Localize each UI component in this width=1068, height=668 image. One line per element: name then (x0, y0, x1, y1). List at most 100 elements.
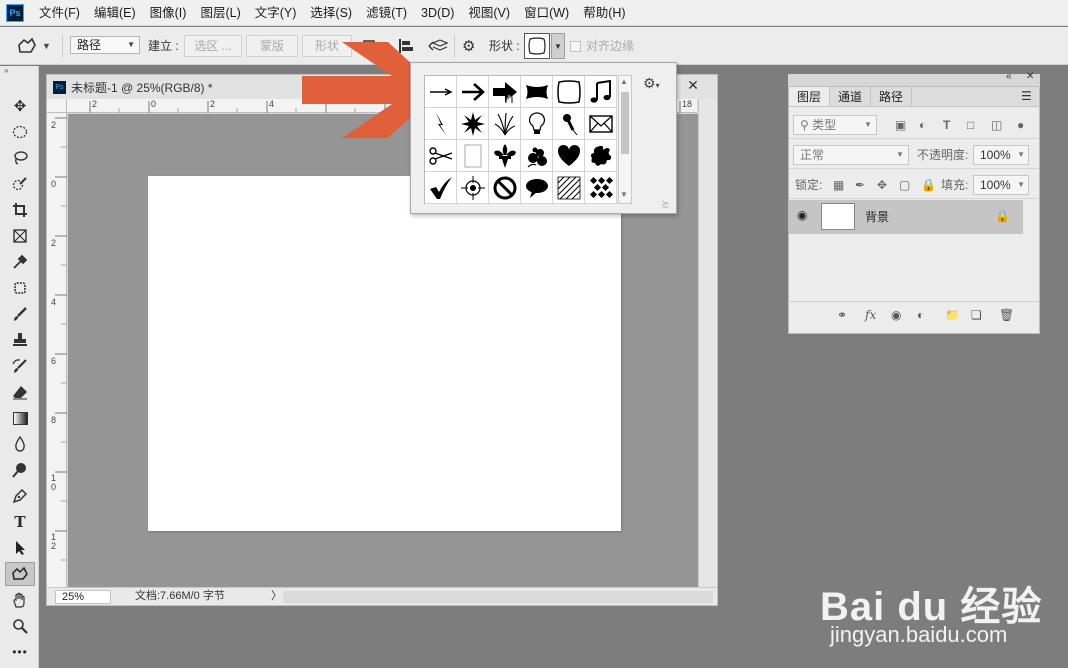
add-mask-icon[interactable]: ◉ (891, 308, 901, 322)
new-group-icon[interactable]: 📁 (945, 308, 960, 322)
layer-filter-select[interactable]: ⚲ 类型 ▼ (793, 115, 877, 135)
lock-position-icon[interactable]: ✥ (877, 175, 887, 195)
hand-tool-icon[interactable] (5, 588, 35, 612)
eraser-tool-icon[interactable] (5, 380, 35, 404)
menu-image[interactable]: 图像(I) (143, 0, 194, 26)
shape-lightning-icon[interactable] (425, 108, 457, 140)
shape-checkmark-icon[interactable] (425, 172, 457, 204)
quick-selection-tool-icon[interactable] (5, 172, 35, 196)
marquee-tool-icon[interactable] (5, 120, 35, 144)
new-layer-icon[interactable]: ❏ (971, 308, 982, 322)
make-mask-button[interactable]: 蒙版 (246, 35, 298, 57)
shape-thumbtack-icon[interactable] (553, 108, 585, 140)
vertical-ruler[interactable]: 2 0 2 4 6 8 1 0 1 2 (47, 113, 67, 587)
status-menu-arrow[interactable]: 〉 (271, 588, 282, 605)
trash-icon[interactable]: 🗑 (999, 308, 1014, 322)
shape-fleur-de-lis-icon[interactable] (489, 140, 521, 172)
resize-grip-icon[interactable]: ≿ (661, 199, 669, 210)
shape-grass-icon[interactable] (489, 108, 521, 140)
menu-3d[interactable]: 3D(D) (414, 0, 461, 26)
ruler-origin[interactable] (47, 99, 67, 113)
panel-menu-icon[interactable]: ☰ (1021, 89, 1032, 103)
blend-mode-select[interactable]: 正常 ▼ (793, 145, 909, 165)
opacity-field[interactable]: 100% ▼ (973, 145, 1029, 165)
shape-checker-diamond-icon[interactable] (585, 172, 617, 204)
crop-tool-icon[interactable] (5, 198, 35, 222)
shape-arrow-medium-icon[interactable] (457, 76, 489, 108)
lock-transparent-icon[interactable]: ▦ (833, 175, 844, 195)
menu-type[interactable]: 文字(Y) (248, 0, 304, 26)
filter-smart-object-icon[interactable]: ◫ (991, 115, 1002, 135)
move-tool-icon[interactable]: ✥ (5, 94, 35, 118)
shape-envelope-icon[interactable] (585, 108, 617, 140)
scroll-thumb[interactable] (621, 92, 629, 154)
dodge-tool-icon[interactable] (5, 458, 35, 482)
gradient-tool-icon[interactable] (5, 406, 35, 430)
visibility-eye-icon[interactable]: ◉ (797, 208, 807, 222)
shape-picker-scrollbar[interactable]: ▲ ▼ (618, 75, 632, 204)
shape-music-note-icon[interactable] (585, 76, 617, 108)
menu-select[interactable]: 选择(S) (303, 0, 359, 26)
brush-tool-icon[interactable] (5, 302, 35, 326)
path-selection-tool-icon[interactable] (5, 536, 35, 560)
tab-paths[interactable]: 路径 (871, 87, 913, 106)
menu-view[interactable]: 视图(V) (461, 0, 517, 26)
shape-target-icon[interactable] (457, 172, 489, 204)
shape-banner-icon[interactable] (521, 76, 553, 108)
menu-help[interactable]: 帮助(H) (576, 0, 632, 26)
link-layers-icon[interactable]: ⚭ (837, 308, 847, 322)
shape-starburst-icon[interactable] (457, 108, 489, 140)
blur-tool-icon[interactable] (5, 432, 35, 456)
shape-scissors-icon[interactable] (425, 140, 457, 172)
filter-toggle-icon[interactable]: ● (1017, 115, 1024, 135)
close-panel-icon[interactable]: ✕ (1026, 71, 1034, 82)
shape-preview-swatch[interactable] (524, 27, 550, 65)
fx-icon[interactable]: fx (865, 308, 876, 322)
shape-lightbulb-icon[interactable] (521, 108, 553, 140)
close-document-icon[interactable]: ✕ (683, 77, 703, 95)
menu-layer[interactable]: 图层(L) (193, 0, 247, 26)
tab-channels[interactable]: 通道 (830, 87, 872, 106)
filter-shape-icon[interactable]: □ (967, 115, 974, 135)
tool-mode-select[interactable]: 路径 ▼ (70, 36, 140, 54)
lock-all-icon[interactable]: 🔒 (921, 175, 936, 195)
vertical-scrollbar[interactable] (698, 99, 717, 587)
more-tools-icon[interactable]: ••• (5, 640, 35, 664)
clone-stamp-tool-icon[interactable] (5, 328, 35, 352)
align-edges-checkbox[interactable] (570, 27, 581, 65)
shape-heart-icon[interactable] (553, 140, 585, 172)
shape-frame-icon[interactable] (553, 76, 585, 108)
shape-picker-dropdown-button[interactable]: ▼ (551, 27, 565, 65)
shape-splat-icon[interactable] (585, 140, 617, 172)
shape-arrow-thin-icon[interactable] (425, 76, 457, 108)
lock-image-icon[interactable]: ✒ (855, 175, 865, 195)
make-selection-button[interactable]: 选区 ... (184, 35, 242, 57)
menu-filter[interactable]: 滤镜(T) (359, 0, 414, 26)
document-info[interactable]: 文档:7.66M/0 字节 (135, 588, 225, 605)
eyedropper-tool-icon[interactable] (5, 250, 35, 274)
gear-icon[interactable]: ⚙▾ (643, 75, 667, 95)
tool-preset-picker[interactable]: ▼ (16, 27, 51, 65)
filter-adjustment-icon[interactable]: ◐ (919, 115, 926, 135)
shape-speech-bubble-icon[interactable] (521, 172, 553, 204)
shape-hatched-square-icon[interactable] (553, 172, 585, 204)
frame-tool-icon[interactable] (5, 224, 35, 248)
shape-no-symbol-icon[interactable] (489, 172, 521, 204)
horizontal-scrollbar[interactable] (283, 591, 713, 603)
shape-blank-page-icon[interactable] (457, 140, 489, 172)
custom-shape-tool-icon[interactable] (5, 562, 35, 586)
zoom-tool-icon[interactable] (5, 614, 35, 638)
tab-layers[interactable]: 图层 (789, 87, 831, 106)
fill-field[interactable]: 100% ▼ (973, 175, 1029, 195)
layer-row[interactable]: ◉ 背景 🔒 (789, 200, 1023, 234)
healing-brush-tool-icon[interactable] (5, 276, 35, 300)
lock-artboard-icon[interactable]: ▢ (899, 175, 910, 195)
history-brush-tool-icon[interactable] (5, 354, 35, 378)
panel-collapse-icon[interactable]: » (4, 66, 8, 75)
shape-arrow-bold-icon[interactable] (489, 76, 521, 108)
document-canvas[interactable] (148, 176, 621, 531)
type-tool-icon[interactable]: T (5, 510, 35, 534)
menu-file[interactable]: 文件(F) (32, 0, 87, 26)
filter-pixel-icon[interactable]: ▣ (895, 115, 906, 135)
collapse-panel-icon[interactable]: « (1006, 71, 1012, 82)
